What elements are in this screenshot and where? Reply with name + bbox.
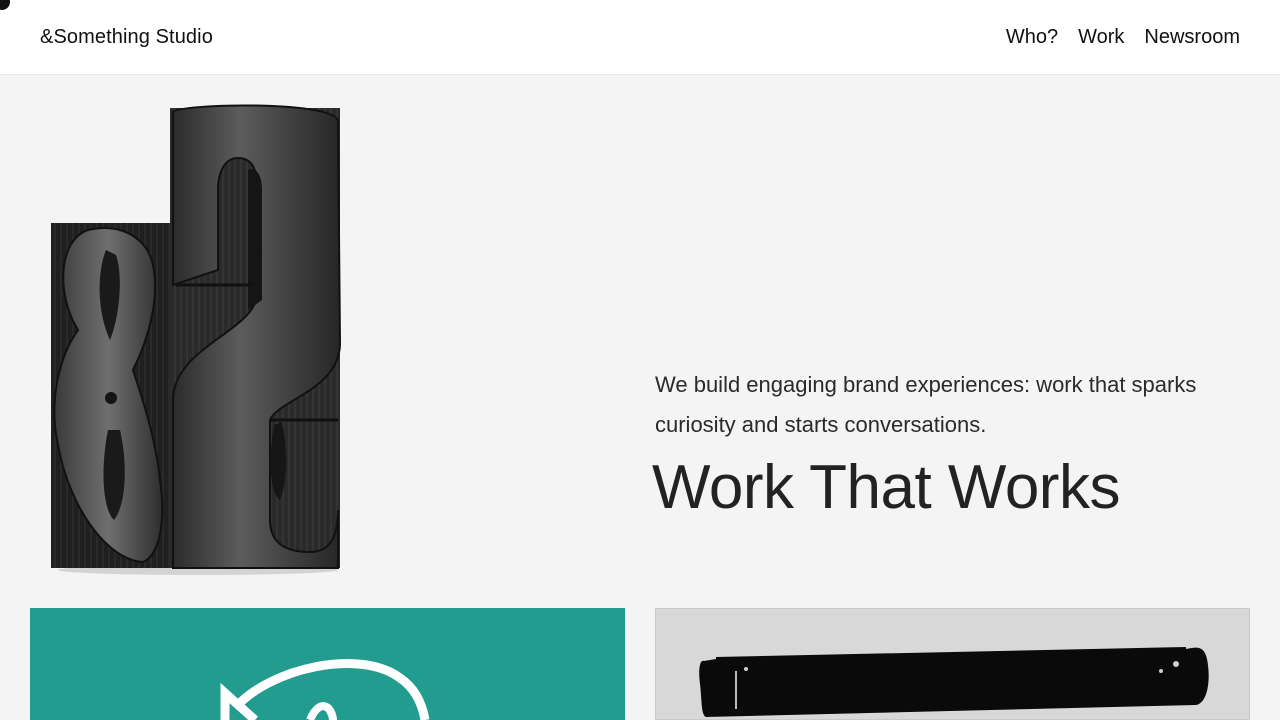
white-swirl-graphic-icon bbox=[220, 659, 430, 720]
site-header: &Something Studio Who? Work Newsroom bbox=[0, 0, 1280, 75]
wooden-type-ampersand-and-s-icon bbox=[51, 104, 342, 575]
ink-brushstroke-icon bbox=[699, 647, 1209, 717]
brand-logo-link[interactable]: &Something Studio bbox=[40, 26, 213, 49]
wooden-type-image bbox=[48, 100, 348, 575]
main-nav: Who? Work Newsroom bbox=[1006, 26, 1240, 49]
nav-link-work[interactable]: Work bbox=[1078, 26, 1124, 49]
teal-project-card[interactable] bbox=[30, 608, 625, 720]
hero-headline: Work That Works bbox=[652, 453, 1120, 522]
ink-brushstroke-card[interactable] bbox=[655, 608, 1250, 720]
nav-link-newsroom[interactable]: Newsroom bbox=[1144, 26, 1240, 49]
hero-tagline: We build engaging brand experiences: wor… bbox=[655, 372, 1197, 437]
nav-link-who[interactable]: Who? bbox=[1006, 26, 1058, 49]
